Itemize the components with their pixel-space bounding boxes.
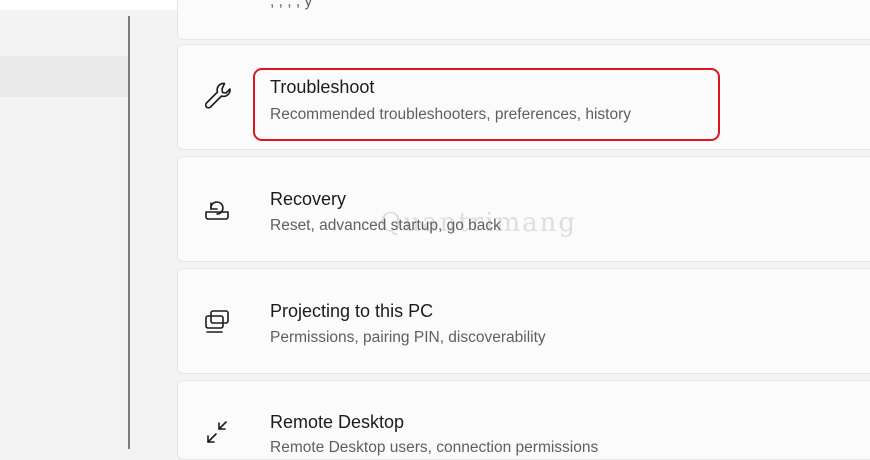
projector-icon — [200, 304, 234, 338]
remote-desktop-desc: Remote Desktop users, connection permiss… — [270, 439, 599, 456]
projecting-desc: Permissions, pairing PIN, discoverabilit… — [270, 329, 546, 346]
recovery-icon — [200, 192, 234, 226]
watermark: Quantrimang — [380, 208, 578, 238]
wrench-icon — [200, 79, 234, 113]
projecting-title: Projecting to this PC — [270, 301, 434, 321]
remote-desktop-icon — [200, 416, 234, 450]
recovery-title: Recovery — [270, 189, 347, 209]
partial-card-desc: , , , , y — [270, 0, 313, 10]
remote-desktop-title: Remote Desktop — [270, 412, 405, 432]
navigation-selected-item[interactable] — [0, 56, 128, 97]
troubleshoot-highlight-box — [253, 68, 720, 141]
